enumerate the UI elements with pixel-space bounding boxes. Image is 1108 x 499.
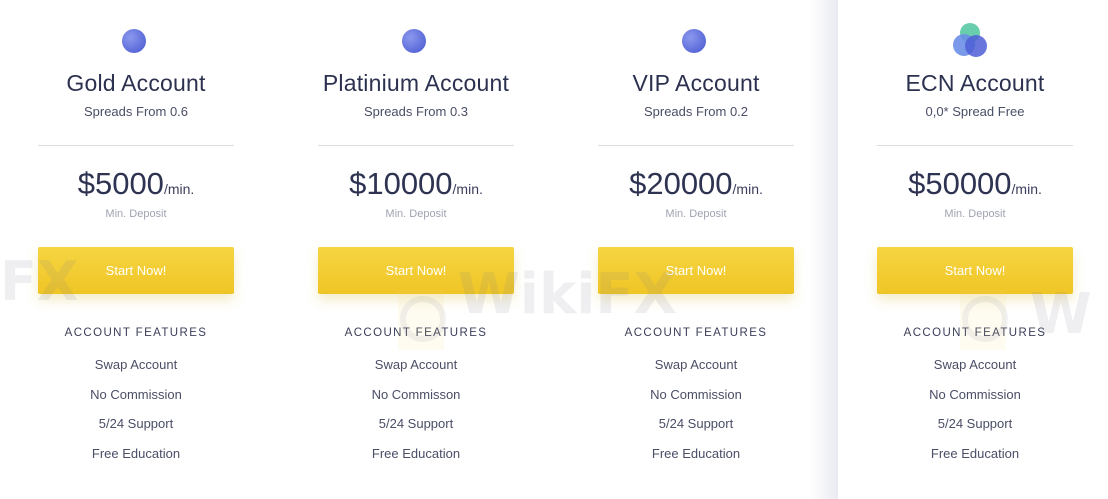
price-amount: $5000 <box>77 166 164 201</box>
feature-item: Free Education <box>91 445 181 461</box>
divider <box>598 145 794 146</box>
features-title: ACCOUNT FEATURES <box>624 327 768 339</box>
min-deposit-label: Min. Deposit <box>105 208 167 220</box>
features-title: ACCOUNT FEATURES <box>344 327 488 339</box>
plan-name: Gold Account <box>66 70 206 96</box>
feature-item: No Commisson <box>371 386 461 402</box>
feature-item: 5/24 Support <box>937 416 1013 431</box>
plan-card-gold: Gold Account Spreads From 0.6 $5000/min.… <box>16 0 256 499</box>
price-amount: $50000 <box>908 166 1012 201</box>
feature-item: Free Education <box>651 445 741 461</box>
divider <box>877 145 1073 146</box>
plan-spread: Spreads From 0.2 <box>643 104 749 119</box>
pricing-page: Gold Account Spreads From 0.6 $5000/min.… <box>0 0 1108 499</box>
price-amount: $10000 <box>349 166 453 201</box>
feature-item: Swap Account <box>933 357 1017 372</box>
price-suffix: /min. <box>732 181 763 197</box>
features-title: ACCOUNT FEATURES <box>903 327 1047 339</box>
divider <box>38 145 234 146</box>
plan-price: $10000/min. <box>296 166 536 202</box>
plan-spread: 0,0* Spread Free <box>925 104 1025 119</box>
feature-item: No Commission <box>650 386 742 402</box>
plan-card-ecn: ECN Account 0,0* Spread Free $50000/min.… <box>855 0 1095 499</box>
plans-row: Gold Account Spreads From 0.6 $5000/min.… <box>0 0 1108 499</box>
overlapping-circles-icon <box>951 22 991 62</box>
plan-card-platinium: Platinium Account Spreads From 0.3 $1000… <box>296 0 536 499</box>
start-now-button[interactable]: Start Now! <box>598 247 794 294</box>
feature-item: Swap Account <box>94 357 178 372</box>
features-list: Swap Account No Commission 5/24 Support … <box>576 357 816 475</box>
feature-item: No Commission <box>929 386 1021 402</box>
feature-item: 5/24 Support <box>658 416 734 431</box>
plan-price: $50000/min. <box>855 166 1095 202</box>
plan-name: VIP Account <box>632 70 760 96</box>
features-list: Swap Account No Commisson 5/24 Support F… <box>296 357 536 475</box>
start-now-button[interactable]: Start Now! <box>38 247 234 294</box>
start-now-button[interactable]: Start Now! <box>318 247 514 294</box>
feature-item: Free Education <box>930 445 1020 461</box>
min-deposit-label: Min. Deposit <box>944 208 1006 220</box>
min-deposit-label: Min. Deposit <box>385 208 447 220</box>
price-amount: $20000 <box>629 166 733 201</box>
plan-price: $5000/min. <box>16 166 256 202</box>
price-suffix: /min. <box>452 181 483 197</box>
plan-price: $20000/min. <box>576 166 816 202</box>
plan-spread: Spreads From 0.6 <box>83 104 189 119</box>
plan-name: Platinium Account <box>322 70 510 96</box>
circle-dot-icon <box>122 29 146 53</box>
feature-item: Swap Account <box>654 357 738 372</box>
features-list: Swap Account No Commission 5/24 Support … <box>855 357 1095 475</box>
divider <box>318 145 514 146</box>
features-list: Swap Account No Commission 5/24 Support … <box>16 357 256 475</box>
feature-item: No Commission <box>90 386 182 402</box>
plan-spread: Spreads From 0.3 <box>363 104 469 119</box>
min-deposit-label: Min. Deposit <box>665 208 727 220</box>
price-suffix: /min. <box>1011 181 1042 197</box>
feature-item: 5/24 Support <box>378 416 454 431</box>
feature-item: Swap Account <box>374 357 458 372</box>
circle-dot-icon <box>402 29 426 53</box>
price-suffix: /min. <box>163 181 195 197</box>
circle-dot-icon <box>682 29 706 53</box>
feature-item: 5/24 Support <box>98 416 174 431</box>
plan-name: ECN Account <box>905 70 1045 96</box>
start-now-button[interactable]: Start Now! <box>877 247 1073 294</box>
plan-card-vip: VIP Account Spreads From 0.2 $20000/min.… <box>576 0 816 499</box>
feature-item: Free Education <box>371 445 461 461</box>
features-title: ACCOUNT FEATURES <box>64 327 208 339</box>
